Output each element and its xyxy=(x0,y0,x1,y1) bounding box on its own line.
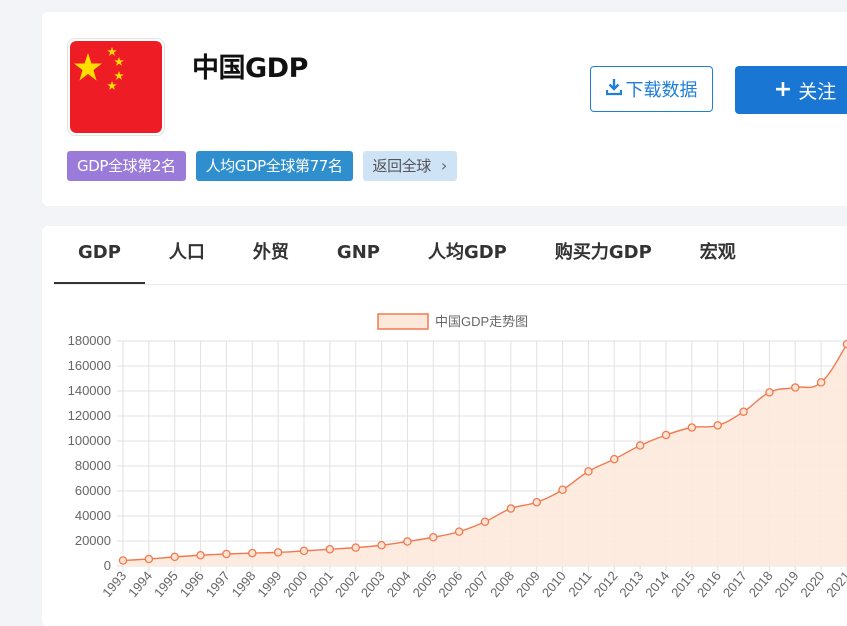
data-point xyxy=(454,527,464,536)
x-tick-label: 1995 xyxy=(151,568,181,600)
data-point xyxy=(584,467,593,476)
download-data-button[interactable]: 下载数据 xyxy=(590,66,713,112)
follow-label: 关注 xyxy=(798,80,837,103)
x-tick-label: 2012 xyxy=(591,568,621,600)
y-tick-label: 60000 xyxy=(75,483,111,498)
data-point xyxy=(351,543,360,552)
y-tick-label: 0 xyxy=(104,558,111,573)
x-tick-label: 2009 xyxy=(513,568,543,600)
x-tick-label: 2004 xyxy=(384,568,414,600)
data-point xyxy=(222,549,231,559)
x-tick-label: 2021 xyxy=(823,568,847,600)
x-tick-label: 1997 xyxy=(203,568,233,600)
legend-swatch xyxy=(377,313,429,330)
x-tick-label: 2008 xyxy=(487,568,517,600)
data-point xyxy=(687,423,697,432)
data-point xyxy=(170,552,179,562)
x-tick-label: 2005 xyxy=(410,568,440,600)
x-tick-label: 2002 xyxy=(332,568,362,600)
data-point xyxy=(713,421,722,430)
x-tick-label: 2001 xyxy=(306,568,336,600)
data-point xyxy=(403,537,412,546)
x-tick-label: 1994 xyxy=(125,568,155,600)
gdp-rank-badge: GDP全球第2名 xyxy=(67,151,186,181)
data-point xyxy=(842,339,847,349)
x-tick-label: 2006 xyxy=(435,568,465,600)
legend-label: 中国GDP走势图 xyxy=(435,314,528,329)
y-tick-label: 180000 xyxy=(68,333,111,348)
data-point xyxy=(765,388,774,397)
data-point xyxy=(558,485,567,494)
data-point xyxy=(248,548,257,558)
y-tick-label: 160000 xyxy=(68,358,111,373)
x-tick-label: 2019 xyxy=(772,568,802,600)
data-point xyxy=(196,550,205,560)
data-point xyxy=(480,517,490,526)
x-tick-label: 1998 xyxy=(229,568,259,600)
x-tick-label: 2020 xyxy=(797,568,827,600)
chevron-right-icon: › xyxy=(440,156,447,175)
gdp-trend-chart: 中国GDP走势图 0 20000 40000 60000 80000 100000 12000… xyxy=(68,313,847,600)
x-tick-label: 2003 xyxy=(358,568,388,600)
data-point xyxy=(791,383,800,392)
data-point xyxy=(377,540,386,550)
per-capita-rank-badge: 人均GDP全球第77名 xyxy=(195,151,353,181)
x-tick-label: 2015 xyxy=(668,568,698,600)
data-point xyxy=(325,544,335,554)
china-flag-icon xyxy=(67,38,165,136)
data-point xyxy=(532,497,541,507)
x-tick-label: 1993 xyxy=(99,568,129,600)
data-point xyxy=(429,532,438,542)
x-tick-label: 2011 xyxy=(565,568,594,599)
country-header-card: 中国GDP GDP全球第2名 人均GDP全球第77名 返回全球 › 下载数据 +… xyxy=(42,12,847,206)
data-point xyxy=(739,407,748,416)
back-to-global-label: 返回全球 xyxy=(372,157,432,175)
y-tick-label: 100000 xyxy=(68,433,111,448)
data-point xyxy=(118,556,128,565)
y-tick-label: 140000 xyxy=(68,383,111,398)
y-tick-label: 40000 xyxy=(75,508,111,523)
data-point xyxy=(299,546,309,556)
badge-row: GDP全球第2名 人均GDP全球第77名 返回全球 › xyxy=(67,151,457,181)
x-tick-label: 1996 xyxy=(177,568,207,600)
download-label: 下载数据 xyxy=(625,80,698,101)
y-tick-label: 20000 xyxy=(75,533,111,548)
x-tick-label: 2017 xyxy=(720,568,750,600)
x-tick-label: 2013 xyxy=(616,568,646,600)
data-point xyxy=(635,441,645,450)
x-tick-label: 2000 xyxy=(280,568,310,600)
data-point xyxy=(816,378,826,387)
data-point xyxy=(144,554,154,564)
data-point xyxy=(273,548,283,557)
page-title: 中国GDP xyxy=(192,53,308,84)
x-tick-label: 2014 xyxy=(642,568,672,600)
x-tick-label: 2018 xyxy=(746,568,776,600)
x-tick-label: 2007 xyxy=(461,568,491,600)
y-tick-label: 80000 xyxy=(75,458,111,473)
back-to-global-link[interactable]: 返回全球 › xyxy=(362,151,457,181)
data-point xyxy=(506,504,516,513)
data-point xyxy=(610,454,619,464)
x-tick-label: 2016 xyxy=(694,568,724,600)
follow-button[interactable]: + 关注 xyxy=(735,66,847,114)
download-icon xyxy=(605,78,622,101)
x-tick-label: 1999 xyxy=(254,568,284,600)
data-point xyxy=(661,430,671,440)
chart-card: GDP 人口 外贸 GNP 人均GDP 购买力GDP 宏观 中国GDP走势图 0 2… xyxy=(42,226,847,626)
plus-icon: + xyxy=(773,77,793,102)
x-tick-label: 2010 xyxy=(539,568,569,600)
y-tick-label: 120000 xyxy=(68,408,111,423)
